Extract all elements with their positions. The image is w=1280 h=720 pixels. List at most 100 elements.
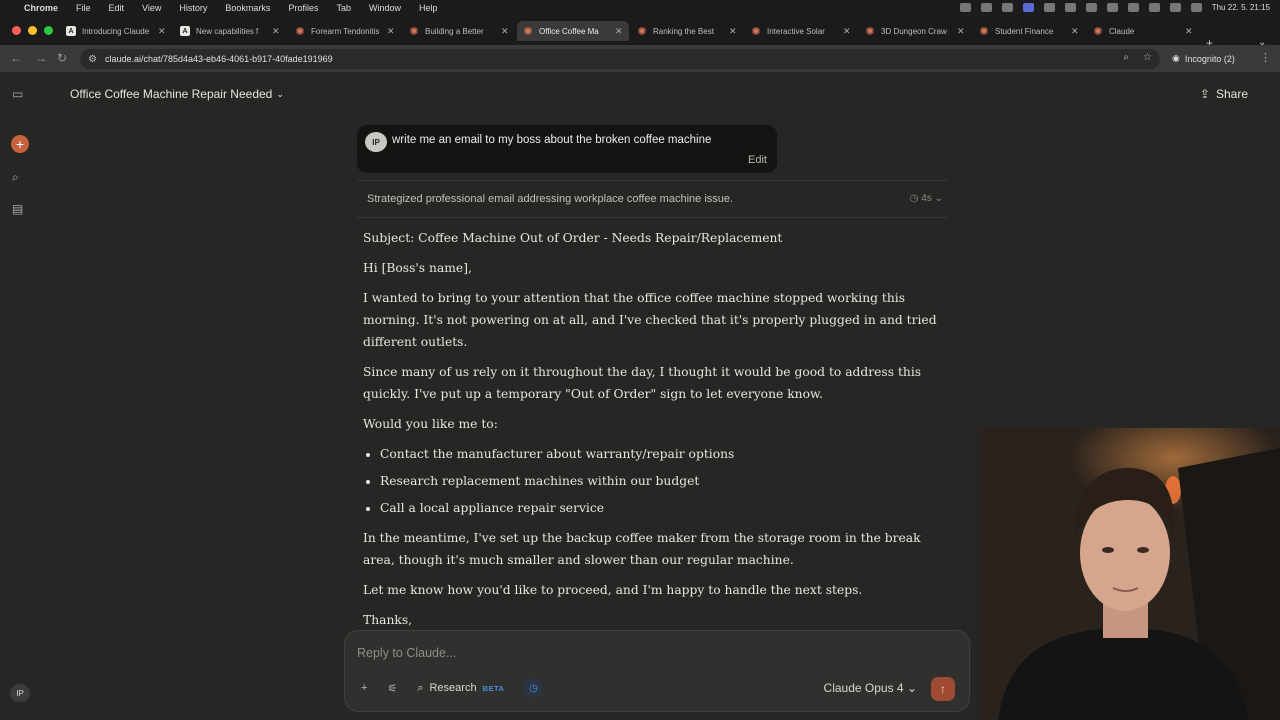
chevron-down-icon: ⌄	[276, 88, 284, 99]
claude-icon: ✺	[523, 25, 533, 38]
control-center-icon[interactable]	[1190, 3, 1202, 12]
browser-tab[interactable]: ✺ Ranking the Best ✕	[631, 21, 743, 41]
chat-title-button[interactable]: Office Coffee Machine Repair Needed ⌄	[70, 87, 284, 101]
menu-view[interactable]: View	[142, 3, 161, 13]
close-icon[interactable]: ✕	[729, 26, 737, 37]
list-item: Call a local appliance repair service	[380, 497, 943, 519]
browser-tab[interactable]: ✺ 3D Dungeon Craw ✕	[859, 21, 971, 41]
maximize-window-button[interactable]	[44, 26, 53, 35]
reply-composer[interactable]: Reply to Claude... + ⚟ ⌕ Research BETA ◷…	[344, 630, 970, 712]
send-button[interactable]: ↑	[931, 677, 955, 701]
zoom-icon[interactable]: ⌕	[1123, 52, 1129, 63]
email-paragraph: In the meantime, I've set up the backup …	[363, 531, 921, 567]
chats-icon[interactable]: ▤	[12, 202, 23, 216]
claude-icon: ✺	[1093, 25, 1103, 38]
email-paragraph: Since many of us rely on it throughout t…	[363, 365, 922, 401]
address-bar[interactable]: ⚙ claude.ai/chat/785d4a43-eb46-4061-b917…	[80, 49, 1160, 69]
new-chat-button[interactable]: +	[11, 135, 29, 153]
tab-title: Introducing Claude	[82, 26, 150, 36]
browser-tab[interactable]: A New capabilities f ✕	[174, 21, 286, 41]
model-selector[interactable]: Claude Opus 4 ⌄	[824, 681, 917, 695]
edit-button[interactable]: Edit	[748, 154, 767, 166]
research-button[interactable]: ⌕ Research BETA	[417, 682, 504, 695]
page-title: Office Coffee Machine Repair Needed	[70, 87, 273, 101]
close-icon[interactable]: ✕	[615, 26, 623, 37]
status-icon[interactable]	[959, 3, 971, 12]
close-icon[interactable]: ✕	[1071, 26, 1079, 37]
sidebar-toggle-icon[interactable]: ▭	[12, 87, 23, 101]
browser-tab[interactable]: ✺ Interactive Solar ✕	[745, 21, 857, 41]
browser-tab[interactable]: A Introducing Claude ✕	[60, 21, 172, 41]
menubar-clock[interactable]: Thu 22. 5. 21:15	[1212, 3, 1270, 12]
avatar[interactable]: IP	[10, 684, 30, 702]
url-text[interactable]: claude.ai/chat/785d4a43-eb46-4061-b917-4…	[105, 54, 333, 64]
reload-icon[interactable]: ↻	[57, 51, 67, 65]
tab-title: Office Coffee Ma	[539, 26, 599, 36]
add-attachment-icon[interactable]: +	[361, 682, 367, 694]
webcam-overlay	[978, 428, 1280, 720]
close-icon[interactable]: ✕	[957, 26, 965, 37]
battery-icon[interactable]	[1148, 3, 1160, 12]
close-icon[interactable]: ✕	[387, 26, 395, 37]
moon-icon[interactable]	[1127, 3, 1139, 12]
close-icon[interactable]: ✕	[1185, 26, 1193, 37]
status-icon[interactable]	[1085, 3, 1097, 12]
menu-edit[interactable]: Edit	[109, 3, 125, 13]
search-icon[interactable]: ⌕	[12, 170, 19, 185]
claude-app: ▭ + ⌕ ▤ IP Office Coffee Machine Repair …	[0, 72, 1280, 720]
tab-title: 3D Dungeon Craw	[881, 26, 947, 36]
research-label: Research	[429, 682, 477, 694]
wifi-icon[interactable]	[1106, 3, 1118, 12]
menu-help[interactable]: Help	[419, 3, 438, 13]
browser-tab-active[interactable]: ✺ Office Coffee Ma ✕	[517, 21, 629, 41]
tab-title: Ranking the Best	[653, 26, 714, 36]
status-icon[interactable]	[980, 3, 992, 12]
status-icon[interactable]	[1001, 3, 1013, 12]
forward-arrow-icon[interactable]: →	[35, 51, 47, 65]
user-message: IP write me an email to my boss about th…	[357, 125, 777, 173]
browser-tab[interactable]: ✺ Forearm Tendonitis ✕	[289, 21, 401, 41]
screen-record-icon[interactable]	[1022, 3, 1034, 12]
close-icon[interactable]: ✕	[501, 26, 509, 37]
assistant-response: Subject: Coffee Machine Out of Order - N…	[363, 227, 943, 639]
incognito-indicator[interactable]: ◉ Incognito (2)	[1172, 49, 1235, 68]
browser-tab[interactable]: ✺ Claude ✕	[1087, 21, 1199, 41]
menu-window[interactable]: Window	[369, 3, 401, 13]
menu-chrome[interactable]: Chrome	[24, 3, 58, 13]
thinking-summary[interactable]: Strategized professional email addressin…	[357, 180, 949, 218]
anthropic-a-icon: A	[180, 26, 190, 36]
bookmark-star-icon[interactable]: ☆	[1143, 52, 1152, 63]
search-icon[interactable]	[1169, 3, 1181, 12]
close-icon[interactable]: ✕	[272, 26, 280, 37]
browser-tab[interactable]: ✺ Student Finance ✕	[973, 21, 1085, 41]
menu-kebab-icon[interactable]: ⋮	[1260, 51, 1271, 64]
minimize-window-button[interactable]	[28, 26, 37, 35]
thinking-time: ◷ 4s ⌄	[909, 193, 943, 204]
browser-toolbar: ← → ↻ ⚙ claude.ai/chat/785d4a43-eb46-406…	[0, 45, 1280, 72]
status-icon[interactable]	[1043, 3, 1055, 12]
share-icon: ⇪	[1199, 87, 1210, 101]
reply-input[interactable]: Reply to Claude...	[357, 646, 456, 660]
close-icon[interactable]: ✕	[158, 26, 166, 37]
settings-sliders-icon[interactable]: ⚟	[387, 682, 397, 695]
menu-bookmarks[interactable]: Bookmarks	[225, 3, 270, 13]
close-icon[interactable]: ✕	[843, 26, 851, 37]
back-arrow-icon[interactable]: ←	[10, 51, 22, 65]
close-window-button[interactable]	[12, 26, 21, 35]
clock-icon[interactable]: ◷	[524, 679, 543, 697]
menu-file[interactable]: File	[76, 3, 91, 13]
share-button[interactable]: ⇪ Share	[1200, 87, 1248, 101]
menu-profiles[interactable]: Profiles	[288, 3, 318, 13]
tab-title: Claude	[1109, 26, 1135, 36]
claude-icon: ✺	[865, 25, 875, 38]
status-icon[interactable]	[1064, 3, 1076, 12]
browser-tab[interactable]: ✺ Building a Better ✕	[403, 21, 515, 41]
menu-tab[interactable]: Tab	[336, 3, 351, 13]
claude-icon: ✺	[979, 25, 989, 38]
menu-history[interactable]: History	[179, 3, 207, 13]
timer-icon: ◷	[909, 193, 922, 204]
claude-icon: ✺	[637, 25, 647, 38]
site-settings-icon[interactable]: ⚙	[88, 54, 97, 65]
tab-title: Student Finance	[995, 26, 1054, 36]
email-paragraph: Let me know how you'd like to proceed, a…	[363, 583, 863, 597]
